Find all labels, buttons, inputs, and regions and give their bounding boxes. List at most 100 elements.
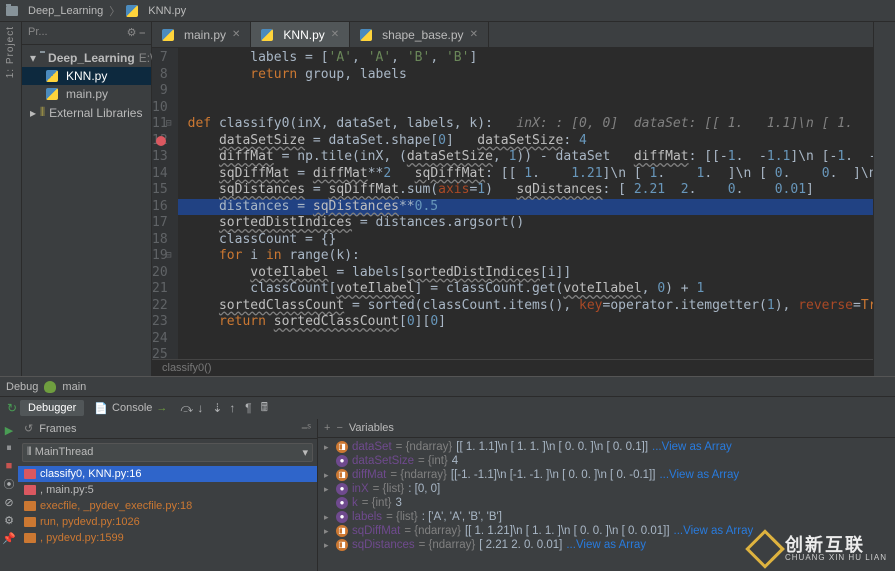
code-line[interactable]: sqDiffMat = diffMat**2 sqDiffMat: [[ 1. …	[178, 166, 873, 183]
code-line[interactable]: dataSetSize = dataSet.shape[0] dataSetSi…	[178, 133, 873, 150]
code-line[interactable]: voteIlabel = labels[sortedDistIndices[i]…	[178, 265, 873, 282]
variable-row[interactable]: ▸◨ sqDistances = {ndarray} [ 2.21 2. 0. …	[318, 538, 895, 552]
mute-breakpoints-icon[interactable]: ⊘	[2, 495, 16, 509]
variable-row[interactable]: ▸● inX = {list} : [0, 0]	[318, 482, 895, 496]
debugger-tab[interactable]: Debugger	[20, 400, 84, 416]
editor-tab[interactable]: shape_base.py✕	[350, 22, 489, 47]
view-as-array-link[interactable]: ...View as Array	[566, 539, 646, 551]
view-as-array-link[interactable]: ...View as Array	[674, 525, 754, 537]
code-line[interactable]: sortedClassCount = sorted(classCount.ite…	[178, 298, 873, 315]
restore-icon[interactable]: ↺	[24, 422, 33, 435]
project-tree[interactable]: ▾ Deep_Learning E:\P KNN.py main.py ▸ ⫴ …	[22, 45, 151, 126]
rerun-icon[interactable]: ↻	[4, 401, 18, 415]
code-line[interactable]	[178, 100, 873, 117]
var-type-icon: ●	[336, 455, 348, 467]
expand-icon[interactable]: ▸	[324, 442, 332, 453]
var-type-icon: ◨	[336, 525, 348, 537]
gear-icon[interactable]: ⚙ ⎯	[127, 26, 145, 40]
stack-frame[interactable]: classify0, KNN.py:16	[18, 466, 317, 482]
step-out-icon[interactable]: ↑	[225, 401, 239, 415]
frame-icon	[24, 501, 36, 511]
tree-external-libs[interactable]: ▸ ⫴ External Libraries	[22, 103, 151, 122]
fold-icon[interactable]: ⊟	[166, 248, 172, 265]
breakpoint-icon[interactable]	[156, 136, 166, 146]
stack-frame[interactable]: execfile, _pydev_execfile.py:18	[18, 498, 317, 514]
collapse-icon[interactable]: ⎯ˢ	[302, 422, 311, 435]
step-into-icon[interactable]: ↓	[193, 401, 207, 415]
breadcrumb-project[interactable]: Deep_Learning	[28, 5, 103, 17]
close-icon[interactable]: ✕	[470, 29, 478, 40]
view-as-array-link[interactable]: ...View as Array	[652, 441, 732, 453]
frame-icon	[24, 533, 36, 543]
editor-tab[interactable]: KNN.py✕	[251, 22, 350, 47]
sidebar-header[interactable]: Pr... ⚙ ⎯	[22, 22, 151, 45]
expand-icon[interactable]: ▸	[324, 512, 332, 523]
frame-list[interactable]: classify0, KNN.py:16, main.py:5execfile,…	[18, 466, 317, 571]
variables-panel: + − Variables ▸◨ dataSet = {ndarray} [[ …	[318, 419, 895, 571]
code-line[interactable]: return group, labels	[178, 67, 873, 84]
code-line[interactable]: for i in range(k):	[178, 248, 873, 265]
expand-icon[interactable]: ▸	[324, 540, 332, 551]
tree-file-main[interactable]: main.py	[22, 85, 151, 103]
variable-row[interactable]: ▸● labels = {list} : ['A', 'A', 'B', 'B'…	[318, 510, 895, 524]
variable-list[interactable]: ▸◨ dataSet = {ndarray} [[ 1. 1.1]\n [ 1.…	[318, 438, 895, 571]
tree-file-knn[interactable]: KNN.py	[22, 67, 151, 85]
view-breakpoints-icon[interactable]: ⦿	[2, 477, 16, 491]
code-line[interactable]: labels = ['A', 'A', 'B', 'B']	[178, 50, 873, 67]
console-tab[interactable]: 📄Console→	[86, 400, 175, 417]
close-icon[interactable]: ✕	[232, 29, 240, 40]
code-line[interactable]	[178, 331, 873, 348]
expand-icon[interactable]: ▸	[324, 484, 332, 495]
code-line[interactable]	[178, 83, 873, 100]
code-line[interactable]: return sortedClassCount[0][0]	[178, 314, 873, 331]
variable-row[interactable]: ▸◨ dataSet = {ndarray} [[ 1. 1.1]\n [ 1.…	[318, 440, 895, 454]
code-line[interactable]: distances = sqDistances**0.5	[178, 199, 873, 216]
code-line[interactable]: classCount[voteIlabel] = classCount.get(…	[178, 281, 873, 298]
breadcrumb-file[interactable]: KNN.py	[148, 5, 186, 17]
code-line[interactable]: classCount = {}	[178, 232, 873, 249]
debug-header[interactable]: Debug main	[0, 377, 895, 397]
expand-icon[interactable]: ▸	[324, 526, 332, 537]
thread-selector[interactable]: ⫴ MainThread ▾	[22, 443, 313, 462]
resume-icon[interactable]: ▶	[2, 423, 16, 437]
project-tool-label[interactable]: 1: Project	[5, 26, 16, 78]
variable-row[interactable]: ▸◨ diffMat = {ndarray} [[-1. -1.1]\n [-1…	[318, 468, 895, 482]
variable-row[interactable]: ▸◨ sqDiffMat = {ndarray} [[ 1. 1.21]\n […	[318, 524, 895, 538]
settings-icon[interactable]: ⚙	[2, 513, 16, 527]
force-step-into-icon[interactable]: ⇣	[209, 401, 223, 415]
close-icon[interactable]: ✕	[331, 29, 339, 40]
view-as-array-link[interactable]: ...View as Array	[659, 469, 739, 481]
stack-frame[interactable]: , main.py:5	[18, 482, 317, 498]
debug-tool-window: Debug main ↻ Debugger 📄Console→ ⤼ ↓ ⇣ ↑ …	[0, 376, 895, 571]
variable-row[interactable]: ● dataSetSize = {int} 4	[318, 454, 895, 468]
fold-icon[interactable]: ⊟	[166, 116, 172, 133]
run-to-cursor-icon[interactable]: ¶	[241, 401, 255, 415]
code-editor[interactable]: labels = ['A', 'A', 'B', 'B'] return gro…	[178, 48, 873, 359]
var-type-icon: ●	[336, 511, 348, 523]
editor-tab[interactable]: main.py✕	[152, 22, 251, 47]
add-watch-icon[interactable]: +	[324, 422, 330, 434]
code-line[interactable]: sortedDistIndices = distances.argsort()	[178, 215, 873, 232]
evaluate-icon[interactable]: 🖩	[257, 398, 271, 419]
stack-frame[interactable]: , pydevd.py:1599	[18, 530, 317, 546]
frame-icon	[24, 469, 36, 479]
code-line[interactable]: diffMat = np.tile(inX, (dataSetSize, 1))…	[178, 149, 873, 166]
stop-icon[interactable]: ■	[2, 459, 16, 473]
chevron-down-icon: ▾	[302, 446, 308, 459]
tree-root[interactable]: ▾ Deep_Learning E:\P	[22, 49, 151, 67]
stack-frame[interactable]: run, pydevd.py:1026	[18, 514, 317, 530]
gutter[interactable]: 7891011⊟1213141516171819⊟20212223242526	[152, 48, 178, 359]
editor-tabs[interactable]: main.py✕KNN.py✕shape_base.py✕	[152, 22, 873, 48]
pause-icon[interactable]: ⏸	[2, 441, 16, 455]
code-line[interactable]	[178, 347, 873, 359]
python-file-icon	[46, 70, 58, 82]
pin-icon[interactable]: 📌	[2, 531, 16, 545]
code-line[interactable]: def classify0(inX, dataSet, labels, k): …	[178, 116, 873, 133]
arrow-right-icon: →	[156, 402, 167, 414]
code-line[interactable]: sqDistances = sqDiffMat.sum(axis=1) sqDi…	[178, 182, 873, 199]
step-over-icon[interactable]: ⤼	[177, 401, 191, 416]
expand-icon[interactable]: ▸	[324, 470, 332, 481]
chevron-right-icon: 〉	[109, 3, 120, 19]
variable-row[interactable]: ● k = {int} 3	[318, 496, 895, 510]
remove-watch-icon[interactable]: −	[336, 422, 342, 434]
